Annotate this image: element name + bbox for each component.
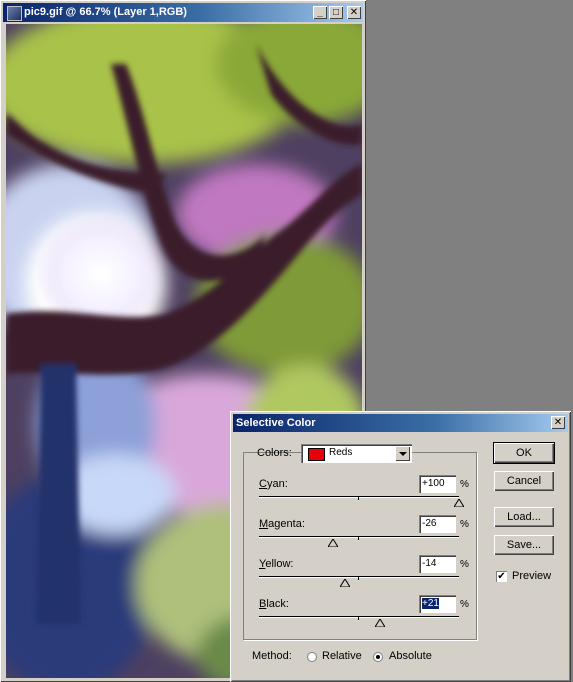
chevron-down-icon[interactable] xyxy=(395,446,410,461)
cyan-slider-center-tick xyxy=(358,497,359,500)
method-label: Method: xyxy=(252,650,292,662)
save-button[interactable]: Save... xyxy=(494,535,554,555)
relative-label: Relative xyxy=(322,650,362,662)
selective-color-dialog: Selective Color ✕ Colors: Reds Cyan: +10… xyxy=(230,411,571,682)
black-percent: % xyxy=(460,599,469,610)
black-slider-center-tick xyxy=(358,617,359,620)
magenta-input[interactable]: -26 xyxy=(419,515,456,533)
absolute-radio[interactable] xyxy=(373,652,383,662)
magenta-slider-center-tick xyxy=(358,537,359,540)
preview-checkbox[interactable]: ✔ xyxy=(496,571,507,582)
document-title: pic9.gif @ 66.7% (Layer 1,RGB) xyxy=(24,6,187,18)
absolute-label: Absolute xyxy=(389,650,432,662)
yellow-slider-center-tick xyxy=(358,577,359,580)
colors-label: Colors: xyxy=(257,447,292,459)
color-swatch xyxy=(308,448,325,461)
cyan-slider-thumb[interactable] xyxy=(454,499,464,507)
cyan-slider-track[interactable] xyxy=(259,496,459,498)
black-input[interactable]: +21 xyxy=(419,595,456,613)
yellow-label: Yellow: xyxy=(259,558,294,570)
magenta-slider-track[interactable] xyxy=(259,536,459,538)
cancel-button[interactable]: Cancel xyxy=(494,471,554,491)
yellow-percent: % xyxy=(460,559,469,570)
black-slider-track[interactable] xyxy=(259,616,459,618)
colors-dropdown[interactable]: Reds xyxy=(301,444,412,463)
cyan-percent: % xyxy=(460,479,469,490)
yellow-slider-thumb[interactable] xyxy=(340,579,350,587)
document-icon xyxy=(7,6,22,21)
yellow-slider-track[interactable] xyxy=(259,576,459,578)
cyan-input[interactable]: +100 xyxy=(419,475,456,493)
cyan-label: Cyan: xyxy=(259,478,288,490)
magenta-slider-thumb[interactable] xyxy=(328,539,338,547)
black-label: Black: xyxy=(259,598,289,610)
ok-button[interactable]: OK xyxy=(494,443,554,463)
load-button[interactable]: Load... xyxy=(494,507,554,527)
maximize-button[interactable]: □ xyxy=(329,6,343,19)
yellow-input[interactable]: -14 xyxy=(419,555,456,573)
dialog-title-bar[interactable]: Selective Color ✕ xyxy=(233,414,568,432)
close-button[interactable]: ✕ xyxy=(347,6,361,19)
minimize-button[interactable]: _ xyxy=(313,6,327,19)
relative-radio[interactable] xyxy=(307,652,317,662)
dialog-close-button[interactable]: ✕ xyxy=(551,416,565,429)
colors-dropdown-value: Reds xyxy=(329,447,353,458)
preview-label: Preview xyxy=(512,570,552,582)
magenta-percent: % xyxy=(460,519,469,530)
dialog-title: Selective Color xyxy=(236,417,316,429)
document-title-bar[interactable]: pic9.gif @ 66.7% (Layer 1,RGB) _ □ ✕ xyxy=(3,3,363,22)
black-slider-thumb[interactable] xyxy=(375,619,385,627)
magenta-label: Magenta: xyxy=(259,518,305,530)
